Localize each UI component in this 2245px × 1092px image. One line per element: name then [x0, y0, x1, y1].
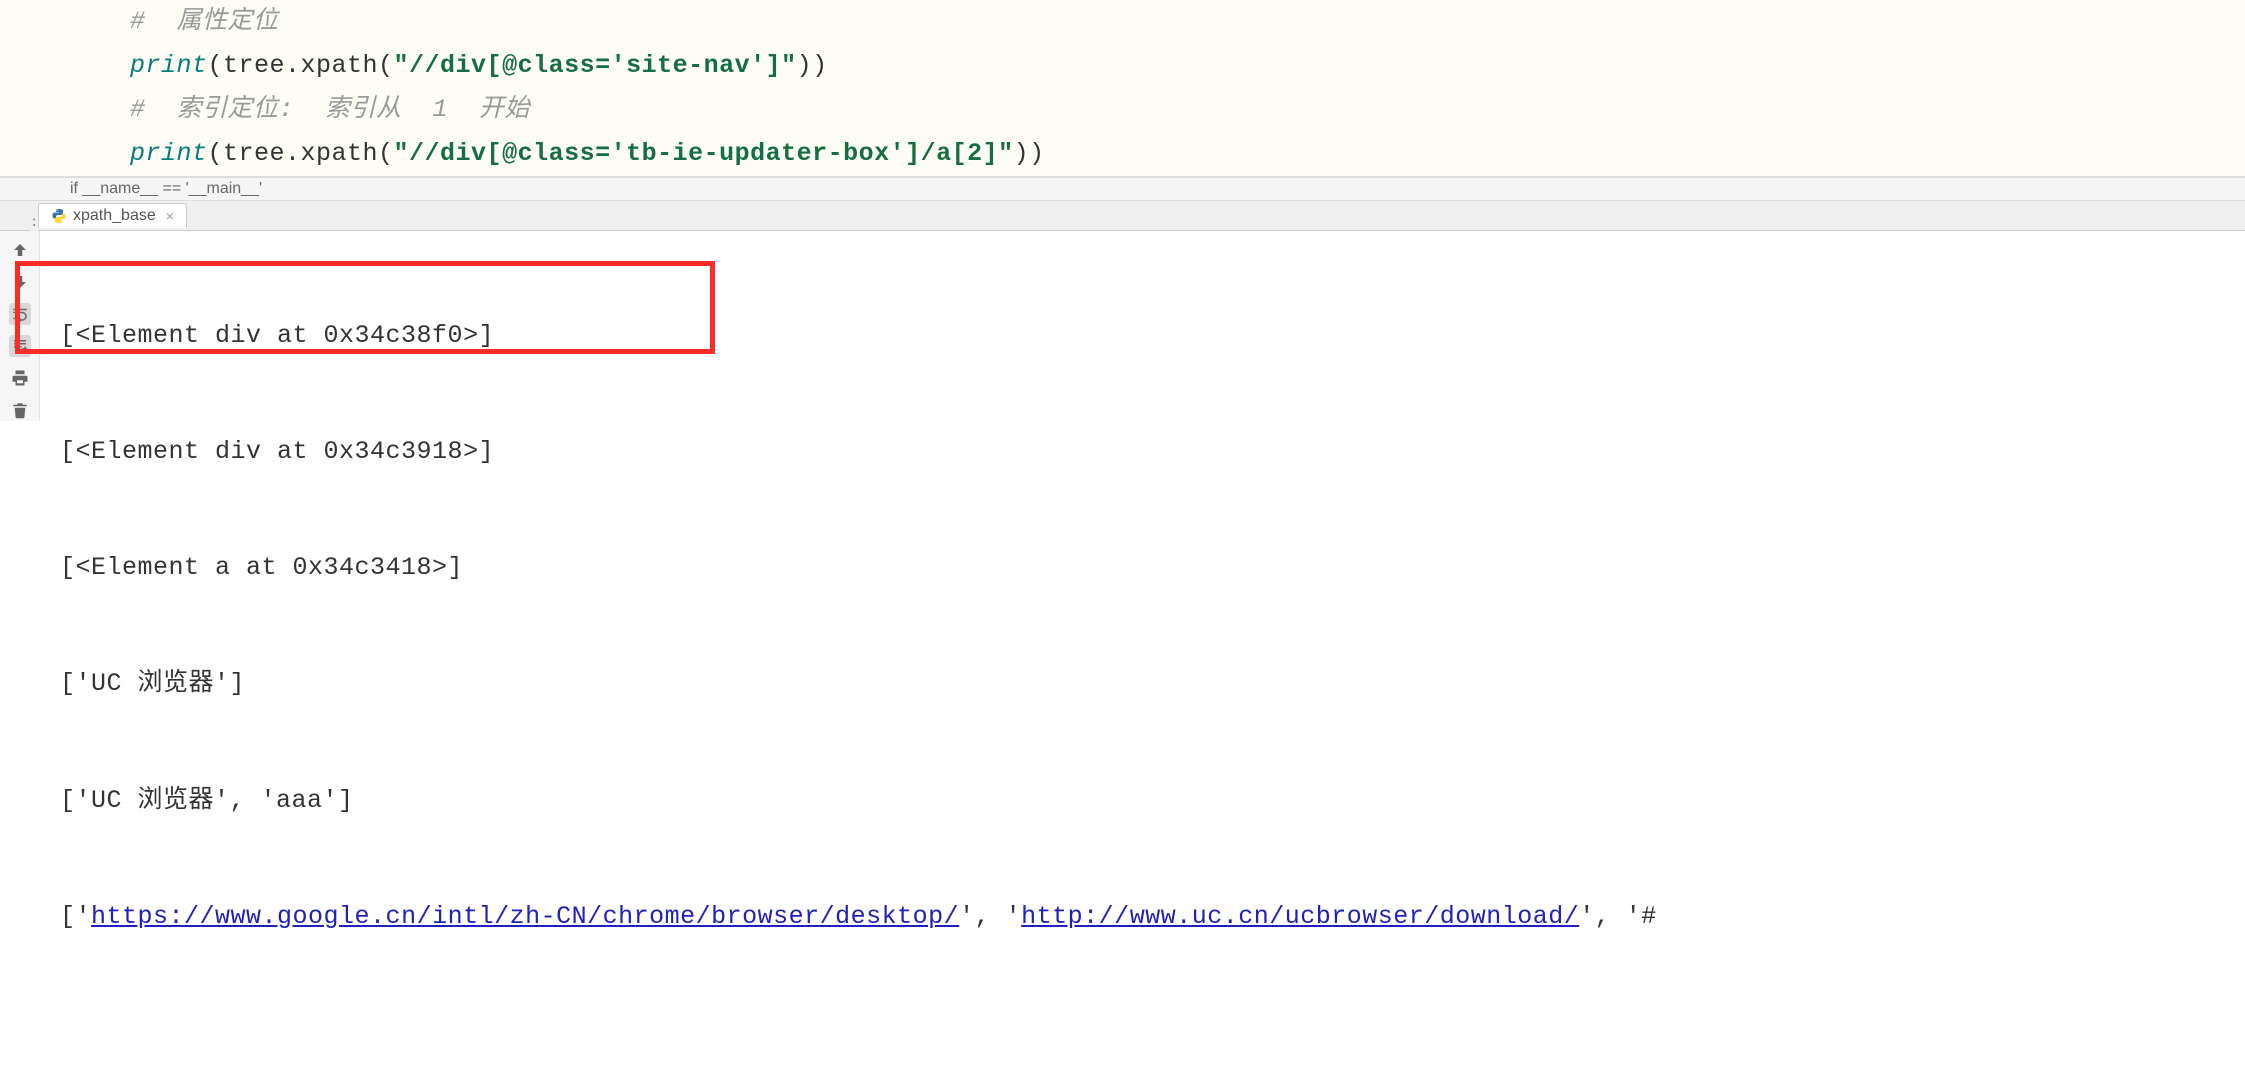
- tab-xpath-base[interactable]: xpath_base ×: [38, 203, 187, 228]
- code-text: )): [797, 51, 828, 80]
- scroll-down-button[interactable]: [9, 271, 31, 293]
- code-comment: # 属性定位: [130, 7, 279, 36]
- tab-label: xpath_base: [73, 207, 156, 225]
- code-text: )): [1014, 139, 1045, 168]
- output-link[interactable]: https://www.google.cn/intl/zh-CN/chrome/…: [91, 902, 959, 931]
- output-line: [<Element div at 0x34c3918>]: [60, 433, 2245, 472]
- code-text: (tree.xpath(: [208, 51, 394, 80]
- output-line: [<Element a at 0x34c3418>]: [60, 549, 2245, 588]
- close-icon[interactable]: ×: [166, 208, 174, 224]
- print-button[interactable]: [9, 367, 31, 389]
- output-line: [<Element div at 0x34c38f0>]: [60, 317, 2245, 356]
- output-line: ['https://www.google.cn/intl/zh-CN/chrom…: [60, 898, 2245, 937]
- console-output[interactable]: [<Element div at 0x34c38f0>] [<Element d…: [40, 231, 2245, 1092]
- string-literal: "//div[@class='tb-ie-updater-box']/a[2]": [394, 139, 1014, 168]
- output-link[interactable]: http://www.uc.cn/ucbrowser/download/: [1021, 902, 1579, 931]
- code-editor[interactable]: # 属性定位 print(tree.xpath("//div[@class='s…: [0, 0, 2245, 177]
- scroll-up-button[interactable]: [9, 239, 31, 261]
- code-comment: # 索引定位: 索引从 1 开始: [130, 95, 530, 124]
- console-gutter: [0, 231, 40, 421]
- breadcrumb-text: if __name__ == '__main__': [70, 180, 262, 197]
- console-panel: [<Element div at 0x34c38f0>] [<Element d…: [0, 231, 2245, 1092]
- console-tabs: : xpath_base ×: [0, 201, 2245, 231]
- tab-marker: :: [30, 201, 38, 231]
- python-icon: [51, 208, 67, 224]
- print-call: print: [130, 139, 208, 168]
- code-text: (tree.xpath(: [208, 139, 394, 168]
- scroll-to-end-button[interactable]: [9, 335, 31, 357]
- delete-button[interactable]: [9, 399, 31, 421]
- breadcrumb[interactable]: if __name__ == '__main__': [0, 177, 2245, 201]
- output-line: ['UC 浏览器', 'aaa']: [60, 782, 2245, 821]
- output-line: ['UC 浏览器']: [60, 665, 2245, 704]
- print-call: print: [130, 51, 208, 80]
- soft-wrap-button[interactable]: [9, 303, 31, 325]
- string-literal: "//div[@class='site-nav']": [394, 51, 797, 80]
